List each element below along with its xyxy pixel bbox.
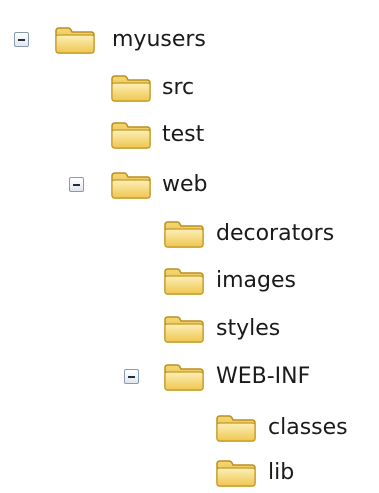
tree-node-classes[interactable]: classes [10,410,375,446]
node-label-images: images [216,268,296,293]
folder-open-icon [163,363,205,391]
node-label-classes: classes [268,415,348,440]
node-label-lib: lib [268,460,295,485]
tree-node-lib[interactable]: lib [10,455,330,491]
node-label-web-inf: WEB-INF [216,364,311,389]
tree-node-web-inf[interactable]: WEB-INF [10,359,370,395]
folder-open-icon [110,171,152,199]
folder-icon [215,459,257,487]
folder-icon [215,414,257,442]
folder-icon [110,74,152,102]
node-label-web: web [162,172,208,197]
tree-node-src[interactable]: src [10,70,250,106]
folder-icon [163,315,205,343]
node-label-myusers: myusers [112,27,206,52]
folder-icon [163,267,205,295]
node-label-styles: styles [216,316,281,341]
tree-node-decorators[interactable]: decorators [10,216,375,252]
folder-icon [163,220,205,248]
collapse-toggle-web[interactable] [69,177,84,192]
tree-node-myusers[interactable]: myusers [10,22,270,58]
node-label-decorators: decorators [216,221,335,246]
tree-node-styles[interactable]: styles [10,311,350,347]
node-label-src: src [162,75,195,100]
node-label-test: test [162,122,205,147]
tree-node-web[interactable]: web [10,167,270,203]
collapse-toggle-myusers[interactable] [14,32,29,47]
folder-icon [110,121,152,149]
tree-node-images[interactable]: images [10,263,350,299]
collapse-toggle-web-inf[interactable] [124,369,139,384]
folder-open-icon [54,26,96,54]
folder-tree: myusers src test web decorators images s… [0,0,379,493]
tree-node-test[interactable]: test [10,117,250,153]
